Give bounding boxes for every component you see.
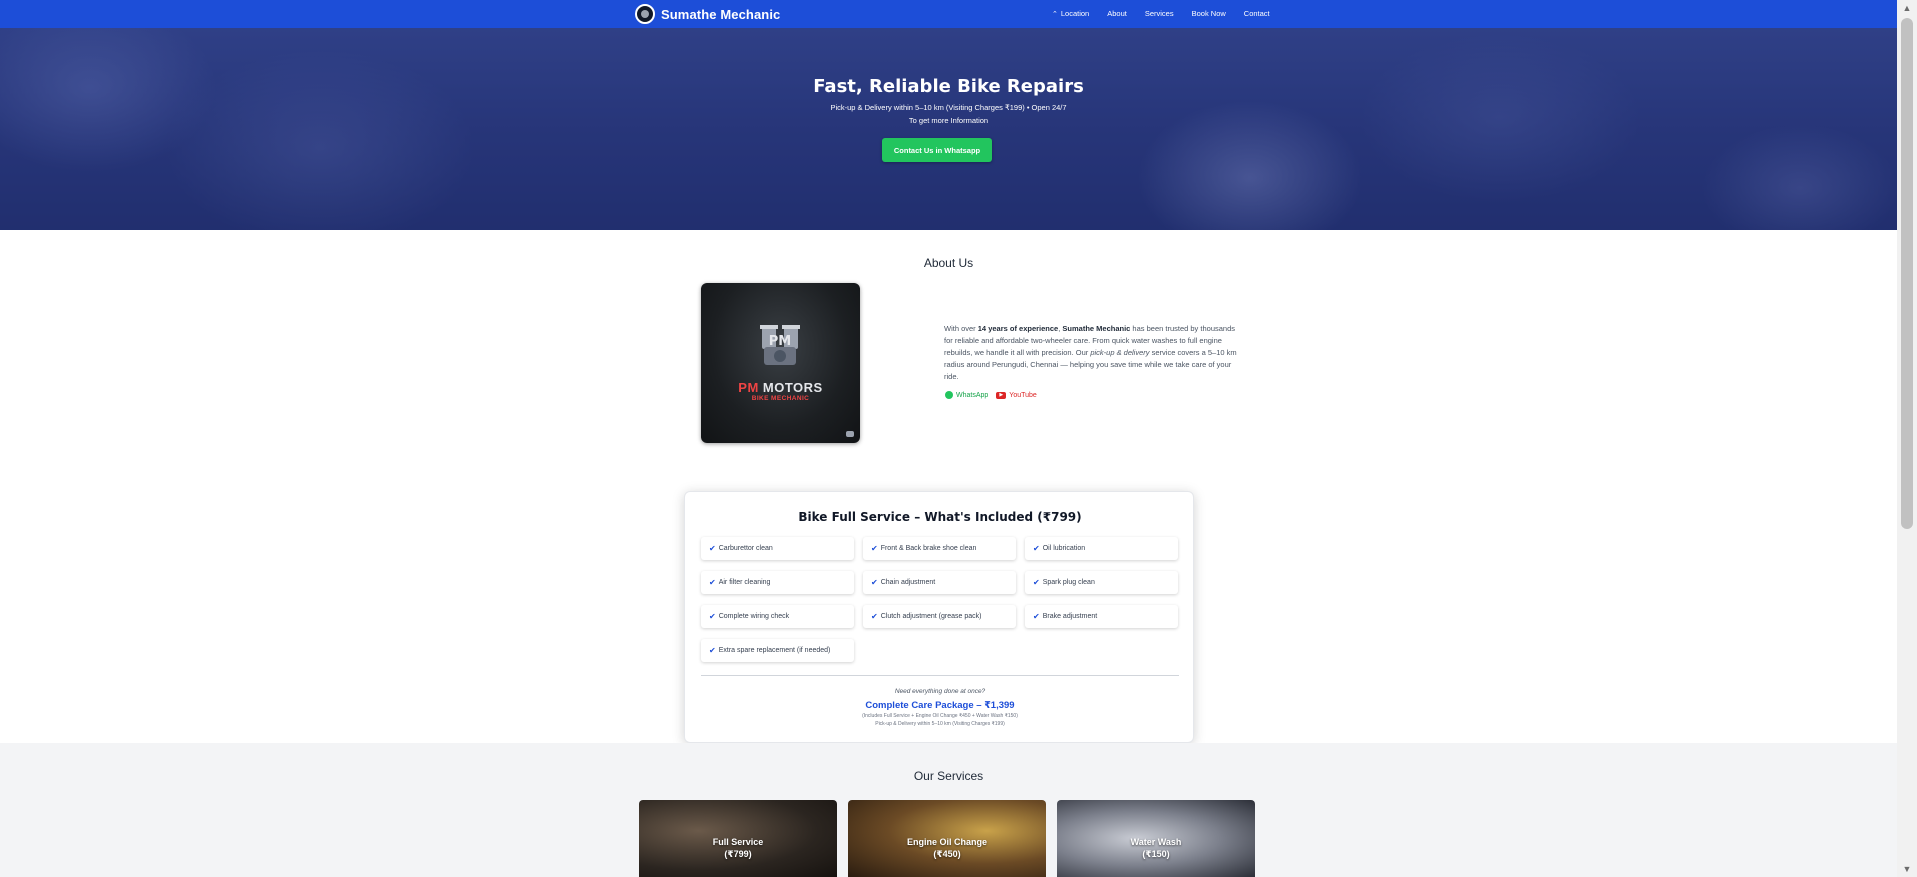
nav-links: ⌃ Location About Services Book Now Conta… [1052,9,1270,18]
check-icon: ✔ [709,578,716,587]
service-item: ✔ Chain adjustment [863,571,1016,594]
vertical-scrollbar[interactable]: ▲ ▼ [1897,0,1917,877]
svg-text:PM: PM [769,334,791,349]
package-prompt: Need everything done at once? [894,688,986,695]
check-icon: ✔ [871,544,878,553]
service-tile-engine-oil-change[interactable]: Engine Oil Change (₹450) [848,800,1046,877]
youtube-link[interactable]: ▶ YouTube [996,391,1037,399]
whatsapp-link[interactable]: WhatsApp [945,391,988,399]
whatsapp-contact-button[interactable]: Contact Us in Whatsapp [882,138,992,162]
full-service-card: Bike Full Service – What's Included (₹79… [684,491,1194,743]
service-item: ✔ Brake adjustment [1025,605,1178,628]
service-item: ✔ Spark plug clean [1025,571,1178,594]
service-item: ✔ Complete wiring check [701,605,854,628]
scroll-down-arrow-icon[interactable]: ▼ [1897,861,1917,877]
nav-link-contact[interactable]: Contact [1244,9,1270,18]
service-item: ✔ Oil lubrication [1025,537,1178,560]
service-item: ✔ Air filter cleaning [701,571,854,594]
service-item: ✔ Extra spare replacement (if needed) [701,639,854,662]
service-item: ✔ Clutch adjustment (grease pack) [863,605,1016,628]
full-service-title: Bike Full Service – What's Included (₹79… [798,510,1082,524]
check-icon: ✔ [871,578,878,587]
check-icon: ✔ [709,646,716,655]
check-icon: ✔ [871,612,878,621]
check-icon: ✔ [709,544,716,553]
scrollbar-thumb[interactable] [1901,18,1913,529]
check-icon: ✔ [1033,612,1040,621]
service-items-grid: ✔ Carburettor clean ✔ Front & Back brake s… [701,537,1179,662]
brand-logo-icon [635,4,655,24]
package-pickup-note: Pick-up & Delivery within 5–10 km (Visit… [875,721,1005,727]
brand[interactable]: Sumathe Mechanic [635,4,780,24]
scroll-up-arrow-icon[interactable]: ▲ [1897,0,1917,16]
nav-link-label: Location [1060,9,1090,18]
up-arrow-icon: ⌃ [1052,10,1058,18]
check-icon: ✔ [1033,578,1040,587]
divider [701,675,1179,676]
logo-text: PM MOTORS [738,380,823,395]
pm-motors-logo-image: PM PM MOTORS BIKE MECHANIC [701,283,860,443]
hero-subtitle-info: To get more Information [908,116,989,125]
hero-background-image [0,28,1897,230]
service-tile-label: Water Wash (₹150) [1130,837,1182,859]
service-tile-water-wash[interactable]: Water Wash (₹150) [1057,800,1255,877]
check-icon: ✔ [1033,544,1040,553]
whatsapp-icon [945,391,953,399]
service-item: ✔ Front & Back brake shoe clean [863,537,1016,560]
service-tile-full-service[interactable]: Full Service (₹799) [639,800,837,877]
hero-subtitle: Pick-up & Delivery within 5–10 km (Visit… [830,103,1067,112]
hero-title: Fast, Reliable Bike Repairs [813,76,1084,97]
hero-section: Fast, Reliable Bike Repairs Pick-up & De… [0,28,1897,230]
check-icon: ✔ [709,612,716,621]
service-tile-label: Engine Oil Change (₹450) [906,837,987,859]
nav-link-about[interactable]: About [1107,9,1127,18]
nav-link-book-now[interactable]: Book Now [1192,9,1226,18]
page: Sumathe Mechanic ⌃ Location About Servic… [0,0,1897,877]
our-services-title: Our Services [913,769,984,783]
service-tile-label: Full Service (₹799) [712,837,764,859]
package-title: Complete Care Package – ₹1,399 [865,700,1015,711]
about-description: With over 14 years of experience, Sumath… [944,324,1237,381]
package-includes: (Includes Full Service + Engine Oil Chan… [862,713,1018,719]
navbar: Sumathe Mechanic ⌃ Location About Servic… [0,0,1897,28]
social-links: WhatsApp ▶ YouTube [945,391,1037,399]
youtube-icon: ▶ [996,391,1007,399]
about-title: About Us [923,256,974,270]
nav-link-services[interactable]: Services [1145,9,1174,18]
engine-icon: PM [760,325,800,365]
brand-name: Sumathe Mechanic [661,6,781,22]
image-badge-icon [846,431,854,437]
service-item: ✔ Carburettor clean [701,537,854,560]
logo-subtext: BIKE MECHANIC [751,395,810,402]
nav-link-location[interactable]: ⌃ Location [1052,9,1089,18]
